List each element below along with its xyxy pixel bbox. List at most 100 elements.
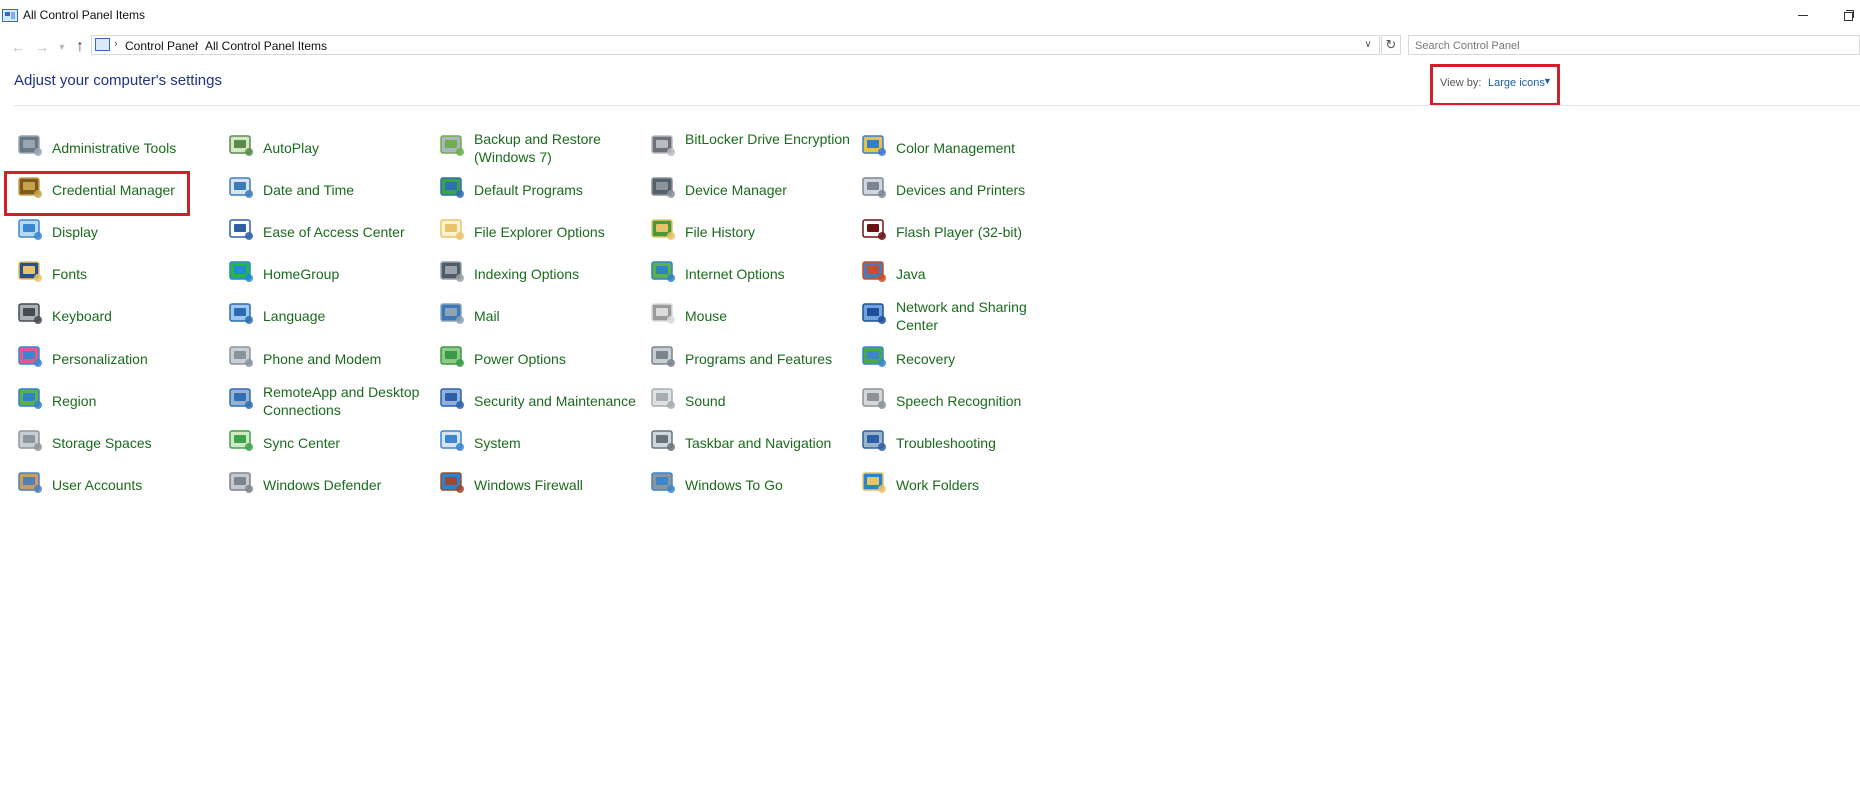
control-panel-item-label[interactable]: Keyboard bbox=[52, 307, 227, 325]
control-panel-item-label[interactable]: System bbox=[474, 434, 649, 452]
control-panel-item[interactable]: Device Manager bbox=[647, 168, 857, 210]
control-panel-item[interactable]: Devices and Printers bbox=[858, 168, 1068, 210]
control-panel-item[interactable]: Language bbox=[225, 294, 435, 336]
control-panel-item-label[interactable]: Region bbox=[52, 392, 227, 410]
control-panel-item-label[interactable]: Sound bbox=[685, 392, 860, 410]
control-panel-item-label[interactable]: Personalization bbox=[52, 350, 227, 368]
control-panel-item-label[interactable]: Windows To Go bbox=[685, 476, 860, 494]
control-panel-item[interactable]: Network and Sharing Center bbox=[858, 294, 1068, 336]
control-panel-item[interactable]: Date and Time bbox=[225, 168, 435, 210]
control-panel-item[interactable]: Work Folders bbox=[858, 463, 1068, 505]
control-panel-item-label[interactable]: File Explorer Options bbox=[474, 223, 649, 241]
control-panel-item-label[interactable]: User Accounts bbox=[52, 476, 227, 494]
control-panel-item[interactable]: Fonts bbox=[14, 252, 224, 294]
control-panel-item-label[interactable]: BitLocker Drive Encryption bbox=[685, 130, 860, 148]
control-panel-item-label[interactable]: Taskbar and Navigation bbox=[685, 434, 860, 452]
control-panel-item-label[interactable]: Sync Center bbox=[263, 434, 438, 452]
control-panel-item[interactable]: File Explorer Options bbox=[436, 210, 646, 252]
control-panel-item-label[interactable]: Recovery bbox=[896, 350, 1071, 368]
control-panel-item-label[interactable]: HomeGroup bbox=[263, 265, 438, 283]
control-panel-item[interactable]: Flash Player (32-bit) bbox=[858, 210, 1068, 252]
control-panel-item[interactable]: Programs and Features bbox=[647, 337, 857, 379]
breadcrumb-all-items[interactable]: All Control Panel Items bbox=[205, 39, 327, 53]
control-panel-item-label[interactable]: Flash Player (32-bit) bbox=[896, 223, 1071, 241]
control-panel-item[interactable]: BitLocker Drive Encryption bbox=[647, 126, 857, 168]
control-panel-item-label[interactable]: Administrative Tools bbox=[52, 139, 227, 157]
control-panel-item-label[interactable]: Security and Maintenance bbox=[474, 392, 649, 410]
control-panel-item[interactable]: RemoteApp and Desktop Connections bbox=[225, 379, 435, 421]
chevron-right-icon[interactable]: › bbox=[195, 38, 199, 50]
control-panel-item[interactable]: Mail bbox=[436, 294, 646, 336]
restore-button[interactable] bbox=[1836, 4, 1860, 26]
control-panel-item-label[interactable]: Backup and Restore (Windows 7) bbox=[474, 130, 649, 166]
control-panel-item-label[interactable]: Troubleshooting bbox=[896, 434, 1071, 452]
control-panel-item[interactable]: Windows Defender bbox=[225, 463, 435, 505]
control-panel-item-label[interactable]: AutoPlay bbox=[263, 139, 438, 157]
control-panel-item[interactable]: System bbox=[436, 421, 646, 463]
control-panel-item-label[interactable]: Work Folders bbox=[896, 476, 1071, 494]
control-panel-item-label[interactable]: Display bbox=[52, 223, 227, 241]
control-panel-item[interactable]: Ease of Access Center bbox=[225, 210, 435, 252]
control-panel-item-label[interactable]: Default Programs bbox=[474, 181, 649, 199]
forward-button[interactable]: → bbox=[32, 37, 52, 57]
control-panel-item[interactable]: Mouse bbox=[647, 294, 857, 336]
control-panel-item-label[interactable]: Windows Defender bbox=[263, 476, 438, 494]
control-panel-item[interactable]: Java bbox=[858, 252, 1068, 294]
control-panel-item[interactable]: Security and Maintenance bbox=[436, 379, 646, 421]
control-panel-item-label[interactable]: Fonts bbox=[52, 265, 227, 283]
caret-down-icon[interactable]: ▼ bbox=[1543, 76, 1552, 86]
control-panel-item-label[interactable]: Ease of Access Center bbox=[263, 223, 438, 241]
control-panel-item[interactable]: Color Management bbox=[858, 126, 1068, 168]
refresh-button[interactable]: ↻ bbox=[1381, 35, 1401, 55]
control-panel-item-label[interactable]: Phone and Modem bbox=[263, 350, 438, 368]
control-panel-item-label[interactable]: Language bbox=[263, 307, 438, 325]
control-panel-item[interactable]: Indexing Options bbox=[436, 252, 646, 294]
chevron-right-icon[interactable]: › bbox=[114, 38, 118, 50]
control-panel-item-label[interactable]: Storage Spaces bbox=[52, 434, 227, 452]
control-panel-item-label[interactable]: Internet Options bbox=[685, 265, 860, 283]
control-panel-item[interactable]: Windows To Go bbox=[647, 463, 857, 505]
control-panel-item-label[interactable]: Color Management bbox=[896, 139, 1071, 157]
control-panel-item[interactable]: Personalization bbox=[14, 337, 224, 379]
control-panel-item[interactable]: Taskbar and Navigation bbox=[647, 421, 857, 463]
control-panel-item-label[interactable]: Windows Firewall bbox=[474, 476, 649, 494]
control-panel-item[interactable]: Region bbox=[14, 379, 224, 421]
control-panel-item[interactable]: Default Programs bbox=[436, 168, 646, 210]
view-by-dropdown[interactable]: Large icons bbox=[1488, 77, 1545, 89]
control-panel-item[interactable]: Sync Center bbox=[225, 421, 435, 463]
control-panel-item[interactable]: File History bbox=[647, 210, 857, 252]
control-panel-item[interactable]: Administrative Tools bbox=[14, 126, 224, 168]
back-button[interactable]: ← bbox=[8, 37, 28, 57]
control-panel-item[interactable]: Speech Recognition bbox=[858, 379, 1068, 421]
control-panel-item[interactable]: User Accounts bbox=[14, 463, 224, 505]
control-panel-item-label[interactable]: Mail bbox=[474, 307, 649, 325]
address-bar[interactable]: › Control Panel › All Control Panel Item… bbox=[91, 35, 1380, 55]
control-panel-item[interactable]: Display bbox=[14, 210, 224, 252]
control-panel-item[interactable]: Keyboard bbox=[14, 294, 224, 336]
control-panel-item[interactable]: HomeGroup bbox=[225, 252, 435, 294]
control-panel-item[interactable]: Storage Spaces bbox=[14, 421, 224, 463]
control-panel-item-label[interactable]: Devices and Printers bbox=[896, 181, 1071, 199]
control-panel-item[interactable]: AutoPlay bbox=[225, 126, 435, 168]
control-panel-item[interactable]: Power Options bbox=[436, 337, 646, 379]
up-button[interactable]: ↑ bbox=[70, 37, 90, 57]
control-panel-item-label[interactable]: Network and Sharing Center bbox=[896, 298, 1071, 334]
recent-locations-button[interactable]: ▼ bbox=[52, 37, 72, 57]
search-input[interactable] bbox=[1409, 37, 1859, 55]
control-panel-item-label[interactable]: Java bbox=[896, 265, 1071, 283]
control-panel-item-label[interactable]: Mouse bbox=[685, 307, 860, 325]
control-panel-item[interactable]: Windows Firewall bbox=[436, 463, 646, 505]
control-panel-item-label[interactable]: RemoteApp and Desktop Connections bbox=[263, 383, 438, 419]
control-panel-item[interactable]: Recovery bbox=[858, 337, 1068, 379]
control-panel-item-label[interactable]: Programs and Features bbox=[685, 350, 860, 368]
breadcrumb-control-panel[interactable]: Control Panel bbox=[125, 39, 198, 53]
control-panel-item-label[interactable]: Power Options bbox=[474, 350, 649, 368]
chevron-down-icon[interactable]: ∨ bbox=[1360, 37, 1376, 53]
control-panel-item[interactable]: Troubleshooting bbox=[858, 421, 1068, 463]
control-panel-item-label[interactable]: Speech Recognition bbox=[896, 392, 1071, 410]
control-panel-item[interactable]: Backup and Restore (Windows 7) bbox=[436, 126, 646, 168]
control-panel-item-label[interactable]: Device Manager bbox=[685, 181, 860, 199]
minimize-button[interactable] bbox=[1792, 4, 1816, 26]
control-panel-item[interactable]: Phone and Modem bbox=[225, 337, 435, 379]
control-panel-item-label[interactable]: Date and Time bbox=[263, 181, 438, 199]
